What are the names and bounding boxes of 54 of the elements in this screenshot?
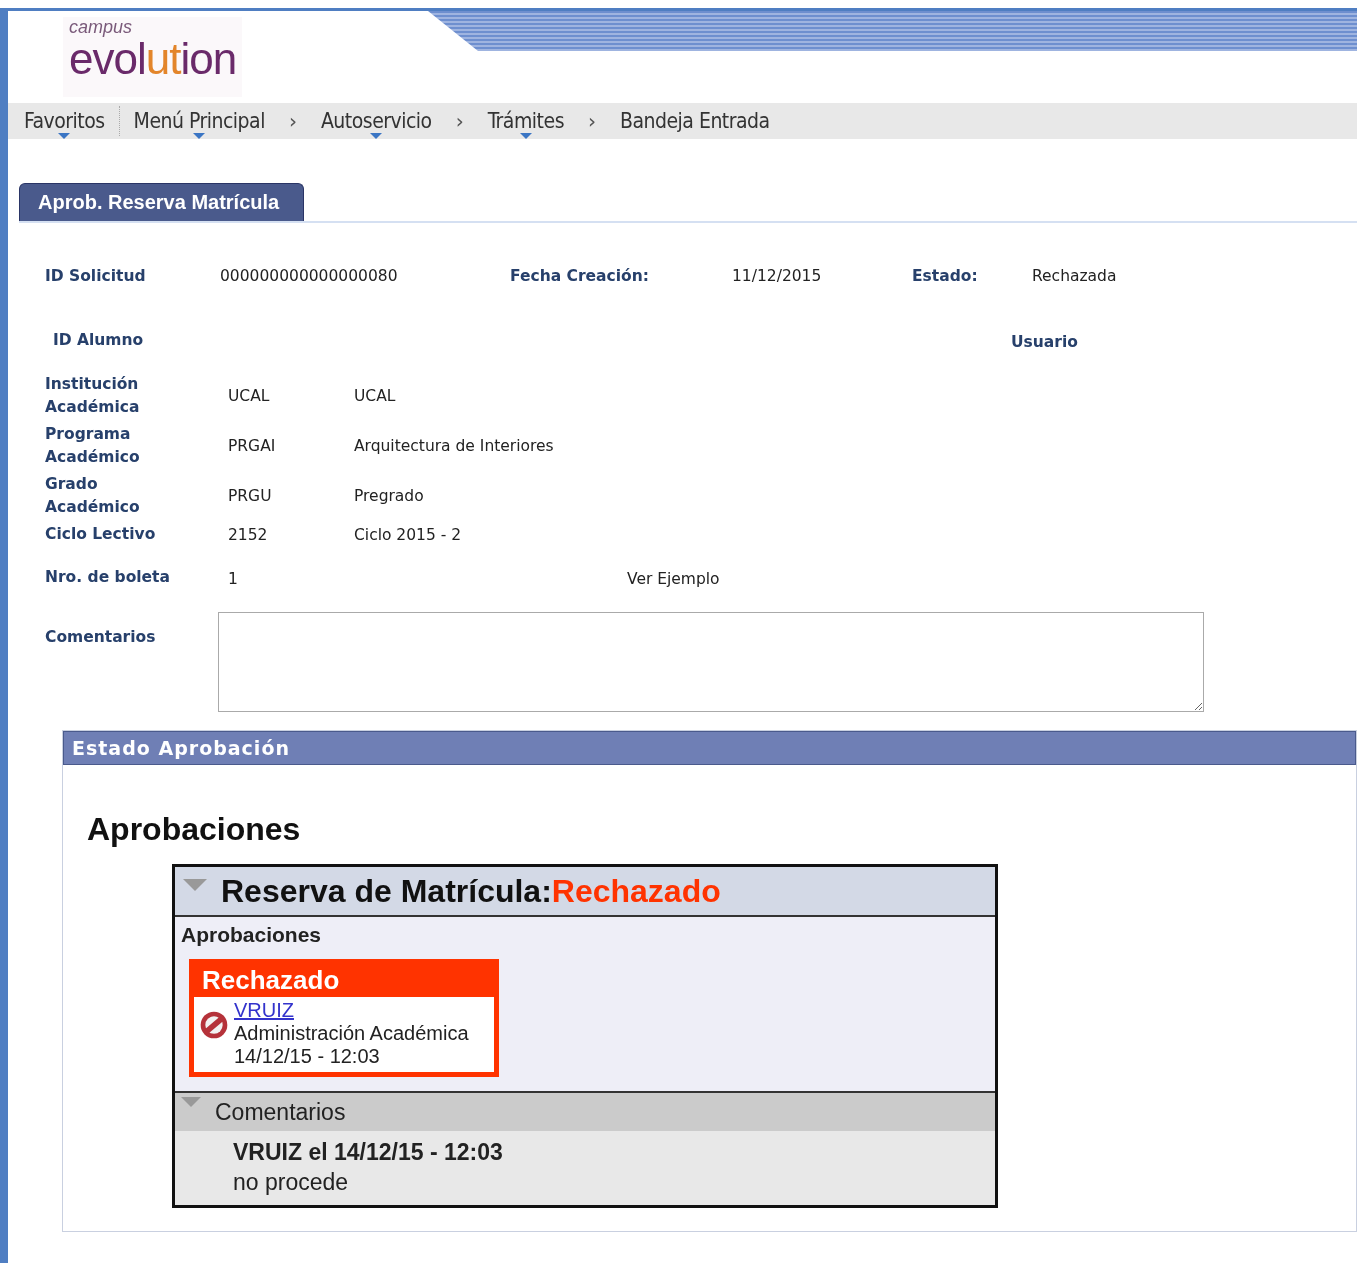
field-label: Institución Académica xyxy=(45,374,141,418)
field-value: UCAL xyxy=(228,387,271,405)
field-value: PRGU xyxy=(228,487,273,505)
subheading: Aprobaciones xyxy=(181,923,323,947)
example-link[interactable]: Ver Ejemplo xyxy=(627,570,1357,588)
field-value: 2152 xyxy=(228,525,269,544)
field-value: 11/12/2015 xyxy=(732,267,823,285)
field-label: Comentarios xyxy=(45,628,157,648)
step-status: Rechazado xyxy=(194,964,494,997)
breadcrumb-separator: › xyxy=(288,109,297,133)
nav-menu-item[interactable]: Menú Principal xyxy=(129,103,269,139)
collapse-triangle-icon[interactable] xyxy=(183,879,207,891)
workflow-status: Rechazado xyxy=(551,872,721,910)
nav-menu-item[interactable]: Autoservicio xyxy=(316,103,436,139)
breadcrumb-separator: › xyxy=(455,109,464,133)
field-value: Rechazada xyxy=(1032,267,1118,285)
dropdown-arrow-icon xyxy=(193,133,206,139)
field-label: ID Solicitud xyxy=(45,267,147,285)
field-value: UCAL xyxy=(354,387,397,405)
section-header: Estado Aprobación xyxy=(63,731,1356,765)
comments-title: Comentarios xyxy=(215,1098,346,1126)
workflow-title: Reserva de Matrícula: xyxy=(221,872,552,910)
step-role: Administración Académica xyxy=(234,1022,469,1045)
dropdown-arrow-icon xyxy=(370,133,383,139)
field-label: Programa Académico xyxy=(45,424,141,468)
breadcrumb-separator: › xyxy=(588,109,596,133)
field-label: Fecha Creación: xyxy=(510,267,650,285)
field-value: 000000000000000080 xyxy=(220,267,399,285)
comment-text: no procede xyxy=(233,1168,350,1197)
field-label: Ciclo Lectivo xyxy=(45,524,157,545)
nav-menu-item[interactable]: Favoritos xyxy=(20,103,109,139)
field-label: Estado: xyxy=(912,267,979,285)
step-datetime: 14/12/15 - 12:03 xyxy=(234,1045,381,1068)
field-label: Usuario xyxy=(1011,333,1078,351)
page-tab[interactable]: Aprob. Reserva Matrícula xyxy=(19,183,305,221)
collapse-triangle-icon[interactable] xyxy=(181,1097,201,1107)
field-label: Grado Académico xyxy=(45,474,141,518)
field-value: Arquitectura de Interiores xyxy=(354,437,555,455)
dropdown-arrow-icon xyxy=(519,133,532,139)
nav-menu-item[interactable]: Bandeja Entrada xyxy=(616,103,774,139)
field-value: 1 xyxy=(228,570,239,588)
logo: campus evolution xyxy=(63,17,243,97)
field-value: Ciclo 2015 - 2 xyxy=(354,525,463,544)
field-value: PRGAI xyxy=(228,437,277,455)
section-heading: Aprobaciones xyxy=(87,811,302,848)
prohibited-icon xyxy=(198,1009,230,1041)
field-label: ID Alumno xyxy=(53,331,145,351)
field-value: Pregrado xyxy=(354,487,425,505)
user-link[interactable]: VRUIZ xyxy=(234,999,294,1022)
dropdown-arrow-icon xyxy=(58,133,71,139)
comments-textarea[interactable] xyxy=(218,612,1204,712)
comment-author: VRUIZ el 14/12/15 - 12:03 xyxy=(233,1138,504,1167)
nav-menu-item[interactable]: Trámites xyxy=(483,103,568,139)
field-label: Nro. de boleta xyxy=(45,568,171,588)
